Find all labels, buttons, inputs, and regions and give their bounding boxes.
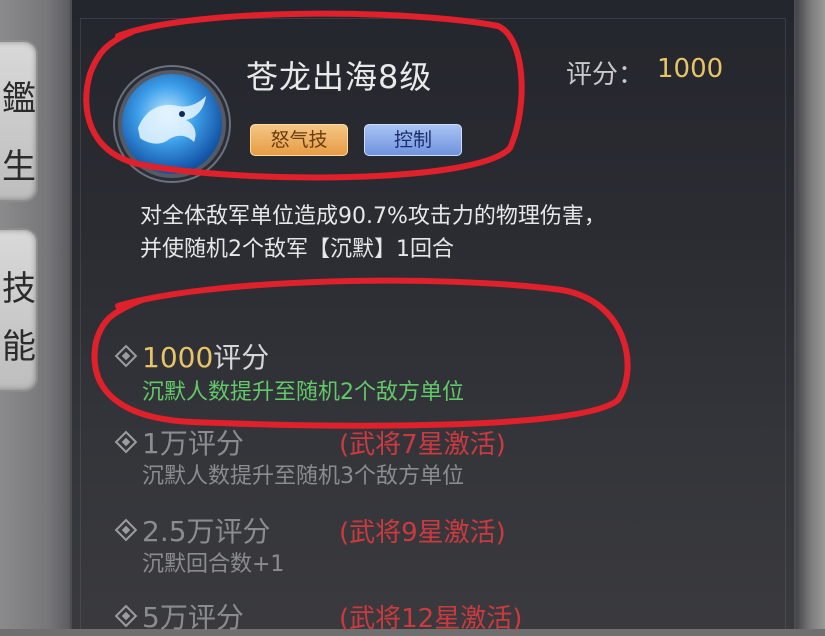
- skill-description: 对全体敌军单位造成90.7%攻击力的物理伤害， 并使随机2个敌军【沉默】1回合: [140, 200, 740, 266]
- description-line-1: 对全体敌军单位造成90.7%攻击力的物理伤害，: [140, 204, 606, 229]
- upgrade-score: 1000评分: [142, 341, 270, 374]
- score-label: 评分：: [566, 60, 645, 90]
- side-tab-1-char-1: 鑑: [2, 79, 36, 119]
- upgrade-effect: 沉默人数提升至随机3个敌方单位: [142, 464, 464, 489]
- side-tab-2-char-1: 技: [2, 269, 36, 309]
- upgrade-effect: 沉默人数提升至随机2个敌方单位: [142, 380, 464, 405]
- side-tab-2[interactable]: 技 能: [0, 228, 38, 392]
- tag-control: 控制: [364, 124, 462, 156]
- upgrade-score: 2.5万评分: [142, 515, 271, 548]
- side-tab-1-char-2: 生: [2, 147, 36, 187]
- dragon-skill-icon: [118, 70, 226, 178]
- upgrade-requirement: (武将9星激活): [339, 518, 506, 548]
- skill-name: 苍龙出海8级: [246, 58, 433, 96]
- score-value: 1000: [657, 54, 724, 84]
- side-tab-1[interactable]: 鑑 生: [0, 40, 38, 202]
- upgrade-effect: 沉默回合数+1: [142, 552, 285, 577]
- upgrade-requirement: (武将12星激活): [339, 604, 523, 634]
- upgrade-score: 5万评分: [142, 601, 244, 634]
- side-tab-2-char-2: 能: [2, 327, 36, 367]
- upgrade-requirement: (武将7星激活): [339, 430, 506, 460]
- description-line-2: 并使随机2个敌军【沉默】1回合: [140, 237, 454, 262]
- tag-rage-skill: 怒气技: [250, 124, 348, 156]
- upgrade-score: 1万评分: [142, 427, 244, 460]
